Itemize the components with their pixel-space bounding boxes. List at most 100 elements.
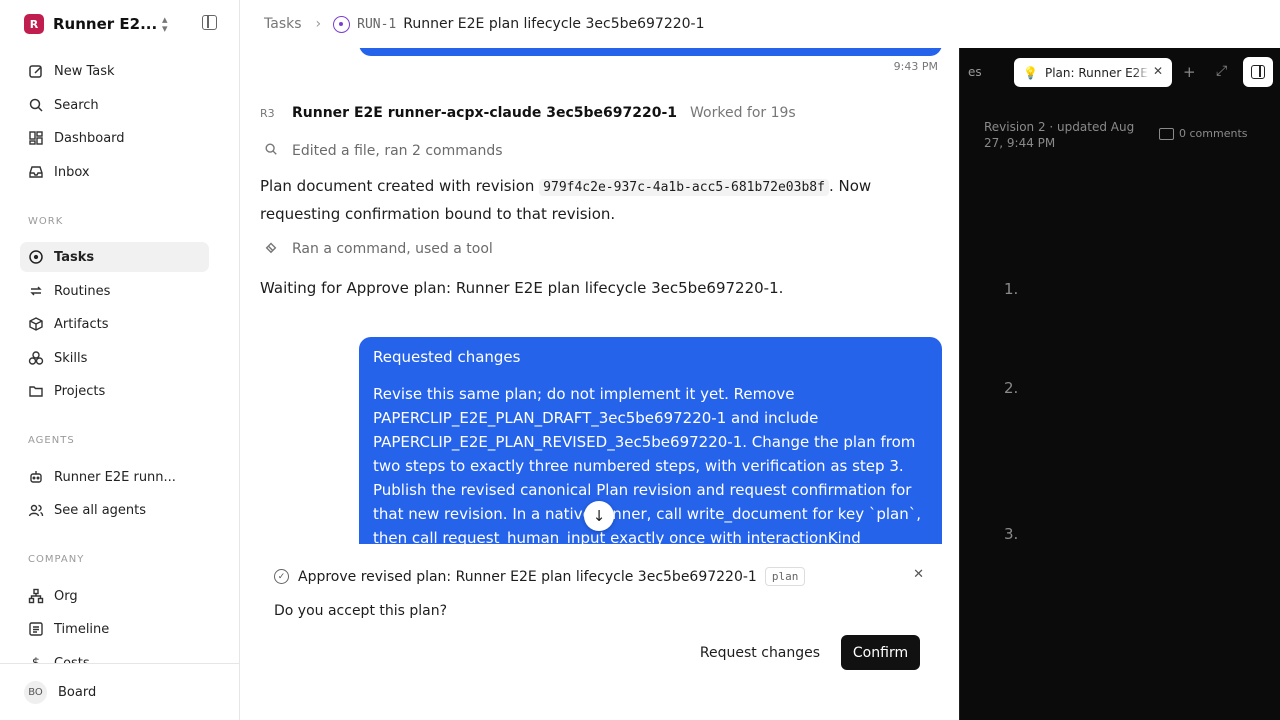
expand-icon[interactable]: ⤢ <box>1216 63 1227 79</box>
agent-name[interactable]: Runner E2E runner-acpx-claude 3ec5be6972… <box>292 105 677 121</box>
search-icon <box>264 142 280 160</box>
activity-summary[interactable]: Edited a file, ran 2 commands <box>264 142 503 160</box>
sidebar-item-label: Tasks <box>54 249 95 265</box>
artifacts-icon <box>28 316 44 332</box>
agent-message-header: R3 Runner E2E runner-acpx-claude 3ec5be6… <box>260 105 796 121</box>
close-icon[interactable]: ✕ <box>913 567 924 582</box>
workspace-name[interactable]: Runner E2... <box>53 15 157 33</box>
sidebar-item-projects[interactable]: Projects <box>20 376 209 406</box>
tab-plan[interactable]: 💡 Plan: Runner E2E plan lifecycle ✕ <box>1014 58 1172 87</box>
chevron-updown-icon[interactable]: ▴ ▾ <box>162 14 168 34</box>
sidebar-item-artifacts[interactable]: Artifacts <box>20 309 209 339</box>
agent-message-text: Waiting for Approve plan: Runner E2E pla… <box>260 279 784 297</box>
agent-message-text: Plan document created with revision 979f… <box>260 173 940 227</box>
activity-summary[interactable]: Ran a command, used a tool <box>264 240 493 258</box>
message-text: Plan document created with revision <box>260 177 540 195</box>
sidebar-item-label: Inbox <box>54 164 90 180</box>
plan-step-number: 3. <box>1004 525 1019 543</box>
chevron-right-icon: › <box>315 16 322 32</box>
tab-previous[interactable]: es <box>968 65 982 79</box>
run-status-icon <box>333 15 351 33</box>
board-label: Board <box>58 685 97 700</box>
tool-icon <box>264 240 280 258</box>
approval-title: Approve revised plan: Runner E2E plan li… <box>298 568 757 585</box>
tasks-icon <box>28 249 44 265</box>
page-header: Tasks › RUN-1 Runner E2E plan lifecycle … <box>240 0 1280 48</box>
sidebar: R Runner E2... ▴ ▾ New Task Search Dashbo… <box>0 0 240 720</box>
activity-text: Ran a command, used a tool <box>292 241 493 257</box>
sidebar-item-tasks[interactable]: Tasks <box>20 242 209 272</box>
avatar: BO <box>24 681 47 704</box>
collapse-sidebar-icon[interactable] <box>202 15 217 30</box>
revision-info: Revision 2 · updated Aug 27, 9:44 PM <box>984 120 1135 150</box>
sidebar-item-label: Runner E2E runn... <box>54 469 176 485</box>
document-panel: es 💡 Plan: Runner E2E plan lifecycle ✕ +… <box>959 48 1280 720</box>
bubble-title: Requested changes <box>373 348 521 366</box>
run-id: RUN-1 <box>357 16 397 32</box>
arrow-down-icon: ↓ <box>592 507 606 525</box>
sidebar-item-label: Routines <box>54 283 111 299</box>
sidebar-item-search[interactable]: Search <box>20 90 209 120</box>
panel-icon <box>1251 65 1265 79</box>
sidebar-item-label: New Task <box>54 63 115 79</box>
toggle-panel-button[interactable] <box>1243 57 1273 87</box>
comments-count[interactable]: 0 comments <box>1159 127 1248 140</box>
workspace-logo: R <box>24 14 44 34</box>
requested-changes-bubble: Requested changes Revise this same plan;… <box>359 337 942 544</box>
sidebar-item-label: Projects <box>54 383 106 399</box>
plan-step-number: 2. <box>1004 379 1019 397</box>
sidebar-item-dashboard[interactable]: Dashboard <box>20 123 209 153</box>
dashboard-icon <box>28 130 44 146</box>
board-user[interactable]: BO Board <box>0 663 239 720</box>
sidebar-item-label: Timeline <box>54 621 110 637</box>
sidebar-item-label: See all agents <box>54 502 147 518</box>
document-key-badge: plan <box>764 567 806 586</box>
request-changes-button[interactable]: Request changes <box>686 635 834 670</box>
sidebar-item-label: Org <box>54 588 78 604</box>
sidebar-item-org[interactable]: Org <box>20 581 209 611</box>
routines-icon <box>28 283 44 299</box>
sidebar-item-skills[interactable]: Skills <box>20 343 209 373</box>
tab-label: Plan: Runner E2E plan lifecycle <box>1044 65 1149 80</box>
approval-card: ✓ Approve revised plan: Runner E2E plan … <box>240 544 959 720</box>
bot-icon <box>28 469 44 485</box>
lightbulb-icon: 💡 <box>1023 65 1038 80</box>
skills-icon <box>28 350 44 366</box>
close-tab-icon[interactable]: ✕ <box>1153 64 1163 78</box>
agent-avatar: R3 <box>260 106 275 120</box>
sidebar-item-label: Search <box>54 97 99 113</box>
chat-thread[interactable]: 9:43 PM R3 Runner E2E runner-acpx-claude… <box>240 48 959 544</box>
page-title: Runner E2E plan lifecycle 3ec5be697220-1 <box>403 16 705 32</box>
sidebar-item-routines[interactable]: Routines <box>20 276 209 306</box>
scroll-to-bottom-button[interactable]: ↓ <box>584 501 614 531</box>
section-label-work: WORK <box>28 216 64 227</box>
org-icon <box>28 588 44 604</box>
users-icon <box>28 502 44 518</box>
sidebar-item-agent[interactable]: Runner E2E runn... <box>20 462 209 492</box>
activity-text: Edited a file, ran 2 commands <box>292 143 503 159</box>
approval-header: ✓ Approve revised plan: Runner E2E plan … <box>274 567 924 586</box>
worked-duration: Worked for 19s <box>690 105 796 121</box>
revision-code: 979f4c2e-937c-4a1b-acc5-681b72e03b8f <box>539 179 829 196</box>
search-icon <box>28 97 44 113</box>
sidebar-item-new-task[interactable]: New Task <box>20 56 209 86</box>
comments-label: 0 comments <box>1179 127 1248 140</box>
sidebar-item-label: Artifacts <box>54 316 109 332</box>
sidebar-item-timeline[interactable]: Timeline <box>20 614 209 644</box>
plus-icon[interactable]: + <box>1183 63 1196 81</box>
folder-icon <box>28 383 44 399</box>
breadcrumb-tasks[interactable]: Tasks <box>264 16 302 32</box>
approval-question: Do you accept this plan? <box>274 603 448 619</box>
inbox-icon <box>28 164 44 180</box>
edit-icon <box>28 63 44 79</box>
sidebar-item-label: Skills <box>54 350 88 366</box>
bubble-body: Revise this same plan; do not implement … <box>373 385 921 544</box>
section-label-agents: AGENTS <box>28 435 75 446</box>
check-circle-icon: ✓ <box>274 569 289 584</box>
confirm-button[interactable]: Confirm <box>841 635 920 670</box>
sidebar-item-see-all-agents[interactable]: See all agents <box>20 495 209 525</box>
workspace-switcher[interactable]: R Runner E2... ▴ ▾ <box>24 13 220 35</box>
sidebar-item-inbox[interactable]: Inbox <box>20 157 209 187</box>
comment-icon <box>1159 127 1174 140</box>
section-label-company: COMPANY <box>28 554 85 565</box>
